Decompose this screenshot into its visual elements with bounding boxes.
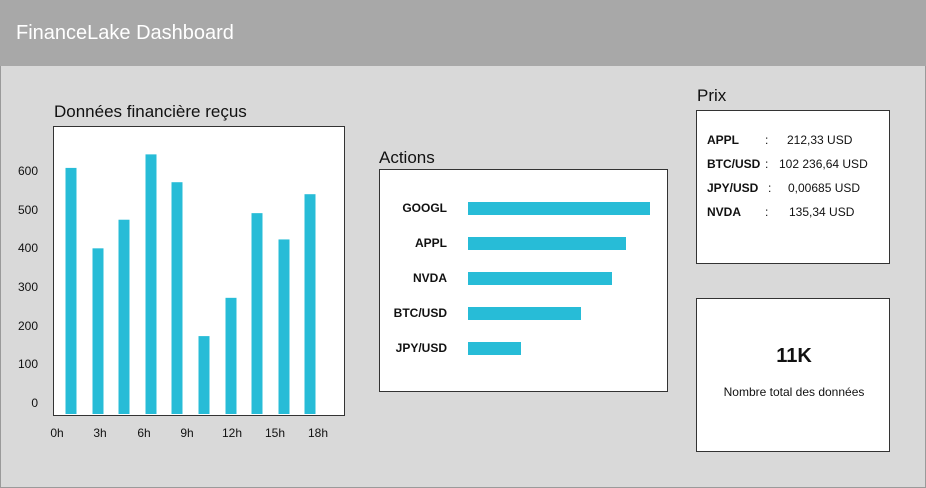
actions-bar (468, 237, 627, 250)
x-tick-label: 15h (264, 426, 286, 440)
price-row-nvda: NVDA : 135,34 USD (707, 205, 897, 221)
actions-bar-label: BTC/USD (393, 306, 447, 320)
kpi-panel: 11K Nombre total des données (696, 298, 890, 452)
y-tick-label: 100 (17, 357, 38, 372)
actions-bar-label: JPY/USD (395, 341, 447, 355)
y-tick-label: 300 (17, 280, 38, 294)
price-value: 135,34 USD (789, 205, 855, 219)
actions-bar (468, 307, 581, 320)
prices-title: Prix (697, 86, 727, 105)
y-tick-label: 0 (31, 396, 38, 410)
price-row-btc: BTC/USD : 102 236,64 USD (707, 157, 897, 173)
price-separator: : (765, 133, 769, 147)
price-symbol: NVDA (707, 205, 742, 219)
received-chart-title: Données financière reçus (54, 102, 247, 121)
y-tick-label: 400 (17, 241, 38, 256)
actions-chart-panel: GOOGL APPL NVDA BTC/USD JPY/USD (379, 169, 668, 392)
price-separator: : (765, 157, 769, 171)
price-separator: : (768, 181, 772, 195)
app-title: FinanceLake Dashboard (16, 22, 234, 44)
actions-bar (468, 202, 650, 215)
received-chart-panel (53, 126, 345, 416)
received-chart-bar (171, 182, 183, 414)
actions-bar-label: APPL (414, 236, 447, 250)
received-chart-bar (225, 297, 237, 414)
kpi-label: Nombre total des données (723, 385, 865, 399)
y-tick-label: 600 (17, 164, 38, 178)
x-tick-label: 6h (137, 426, 151, 440)
price-symbol: APPL (707, 133, 740, 147)
prices-panel: APPL : 212,33 USD BTC/USD : 102 236,64 U… (696, 110, 890, 264)
received-chart-bar (198, 336, 210, 414)
header-bar: FinanceLake Dashboard (0, 0, 926, 66)
x-tick-label: 18h (307, 426, 329, 440)
y-tick-label: 500 (17, 202, 38, 217)
price-separator: : (765, 205, 769, 219)
kpi-value: 11K (776, 345, 812, 367)
price-value: 212,33 USD (787, 133, 853, 147)
x-tick-label: 9h (180, 426, 194, 440)
price-symbol: JPY/USD (707, 181, 759, 195)
y-tick-label: 200 (17, 318, 38, 333)
received-chart-bar (92, 248, 104, 414)
received-chart-bar (278, 239, 290, 414)
actions-bar-label: NVDA (412, 271, 447, 285)
actions-bar (468, 272, 612, 285)
received-chart-bar (118, 219, 130, 414)
actions-chart-title: Actions (379, 148, 435, 167)
received-chart-bar (304, 194, 316, 414)
actions-bar-label: GOOGL (402, 201, 447, 215)
x-tick-label: 12h (221, 426, 243, 440)
received-chart-bar (65, 167, 77, 414)
x-tick-label: 0h (50, 426, 64, 440)
received-chart-plot (65, 154, 316, 414)
price-value: 0,00685 USD (788, 181, 861, 195)
price-symbol: BTC/USD (707, 157, 761, 171)
received-chart-bar (145, 154, 157, 414)
price-row-appl: APPL : 212,33 USD (707, 133, 897, 149)
actions-bar (468, 342, 521, 355)
price-value: 102 236,64 USD (779, 157, 868, 171)
x-tick-label: 3h (93, 426, 107, 440)
received-chart-bar (251, 213, 263, 414)
price-row-jpy: JPY/USD : 0,00685 USD (707, 181, 897, 197)
